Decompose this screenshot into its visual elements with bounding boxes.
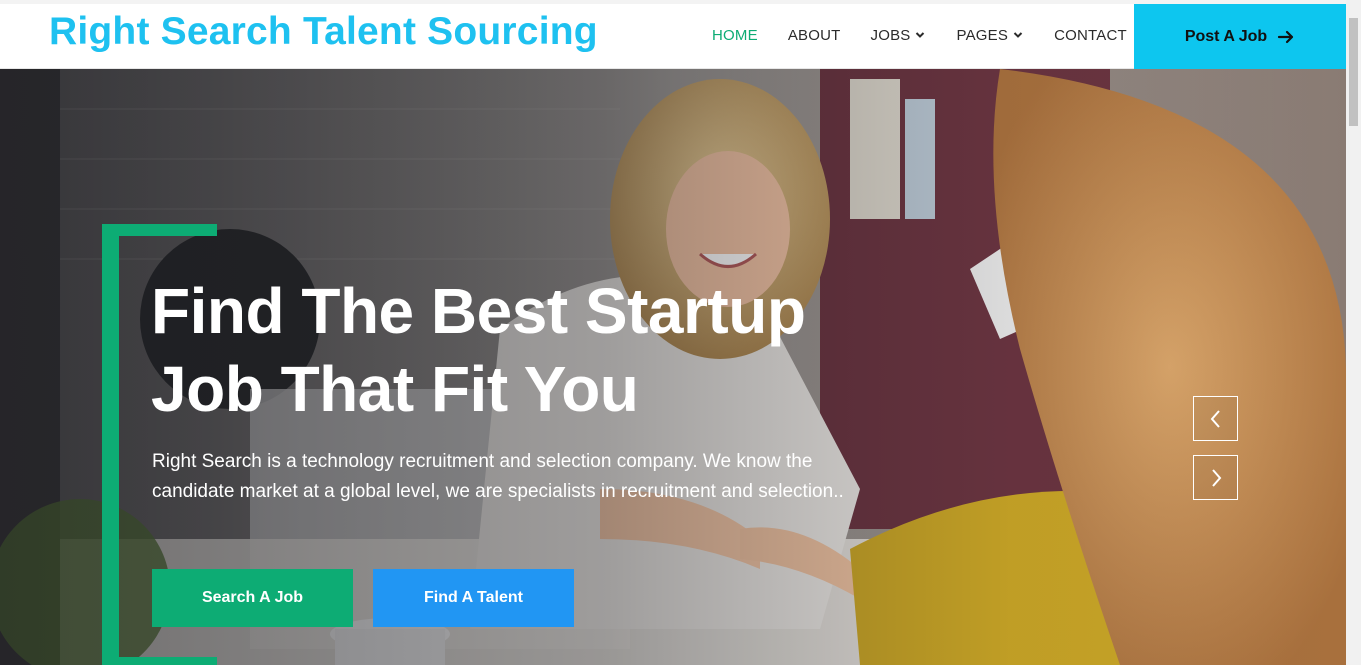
nav-pages[interactable]: PAGES	[956, 27, 1024, 44]
page-scrollbar[interactable]	[1346, 0, 1361, 665]
chevron-right-icon	[1211, 468, 1221, 487]
find-talent-button[interactable]: Find A Talent	[373, 569, 574, 627]
nav-home[interactable]: HOME	[712, 27, 758, 44]
main-nav: HOME ABOUT JOBS PAGES CONTACT	[712, 23, 1157, 47]
slider-prev-button[interactable]	[1193, 396, 1238, 441]
page: Right Search Talent Sourcing HOME ABOUT …	[0, 0, 1361, 665]
post-job-label: Post A Job	[1184, 27, 1268, 45]
nav-jobs-label: JOBS	[870, 26, 911, 44]
decorative-frame-left	[102, 224, 119, 665]
hero-section: Find The Best Startup Job That Fit You R…	[0, 69, 1346, 665]
nav-pages-label: PAGES	[956, 26, 1009, 44]
hero-title-line1: Find The Best Startup	[151, 275, 806, 347]
search-job-label: Search A Job	[201, 589, 304, 606]
chevron-down-icon	[1013, 32, 1023, 38]
nav-about-label: ABOUT	[787, 26, 841, 44]
decorative-frame-bottom	[102, 657, 217, 665]
hero-description: Right Search is a technology recruitment…	[152, 451, 844, 502]
search-job-button[interactable]: Search A Job	[152, 569, 353, 627]
find-talent-label: Find A Talent	[424, 589, 523, 606]
brand-logo[interactable]: Right Search Talent Sourcing	[49, 10, 598, 54]
chevron-down-icon	[916, 32, 925, 38]
arrow-right-icon	[1278, 30, 1294, 43]
chevron-left-icon	[1210, 409, 1220, 428]
hero-title-line2: Job That Fit You	[151, 353, 639, 425]
post-job-button[interactable]: Post A Job	[1134, 4, 1346, 69]
scrollbar-thumb[interactable]	[1349, 18, 1358, 126]
nav-contact-label: CONTACT	[1054, 26, 1127, 44]
nav-contact[interactable]: CONTACT	[1054, 27, 1127, 44]
nav-home-label: HOME	[712, 26, 758, 44]
site-header: Right Search Talent Sourcing HOME ABOUT …	[0, 4, 1346, 69]
hero-title: Find The Best Startup Job That Fit You	[151, 272, 911, 428]
nav-about[interactable]: ABOUT	[788, 27, 841, 44]
slider-next-button[interactable]	[1193, 455, 1238, 500]
nav-jobs[interactable]: JOBS	[871, 27, 927, 44]
decorative-frame-top	[102, 224, 217, 236]
